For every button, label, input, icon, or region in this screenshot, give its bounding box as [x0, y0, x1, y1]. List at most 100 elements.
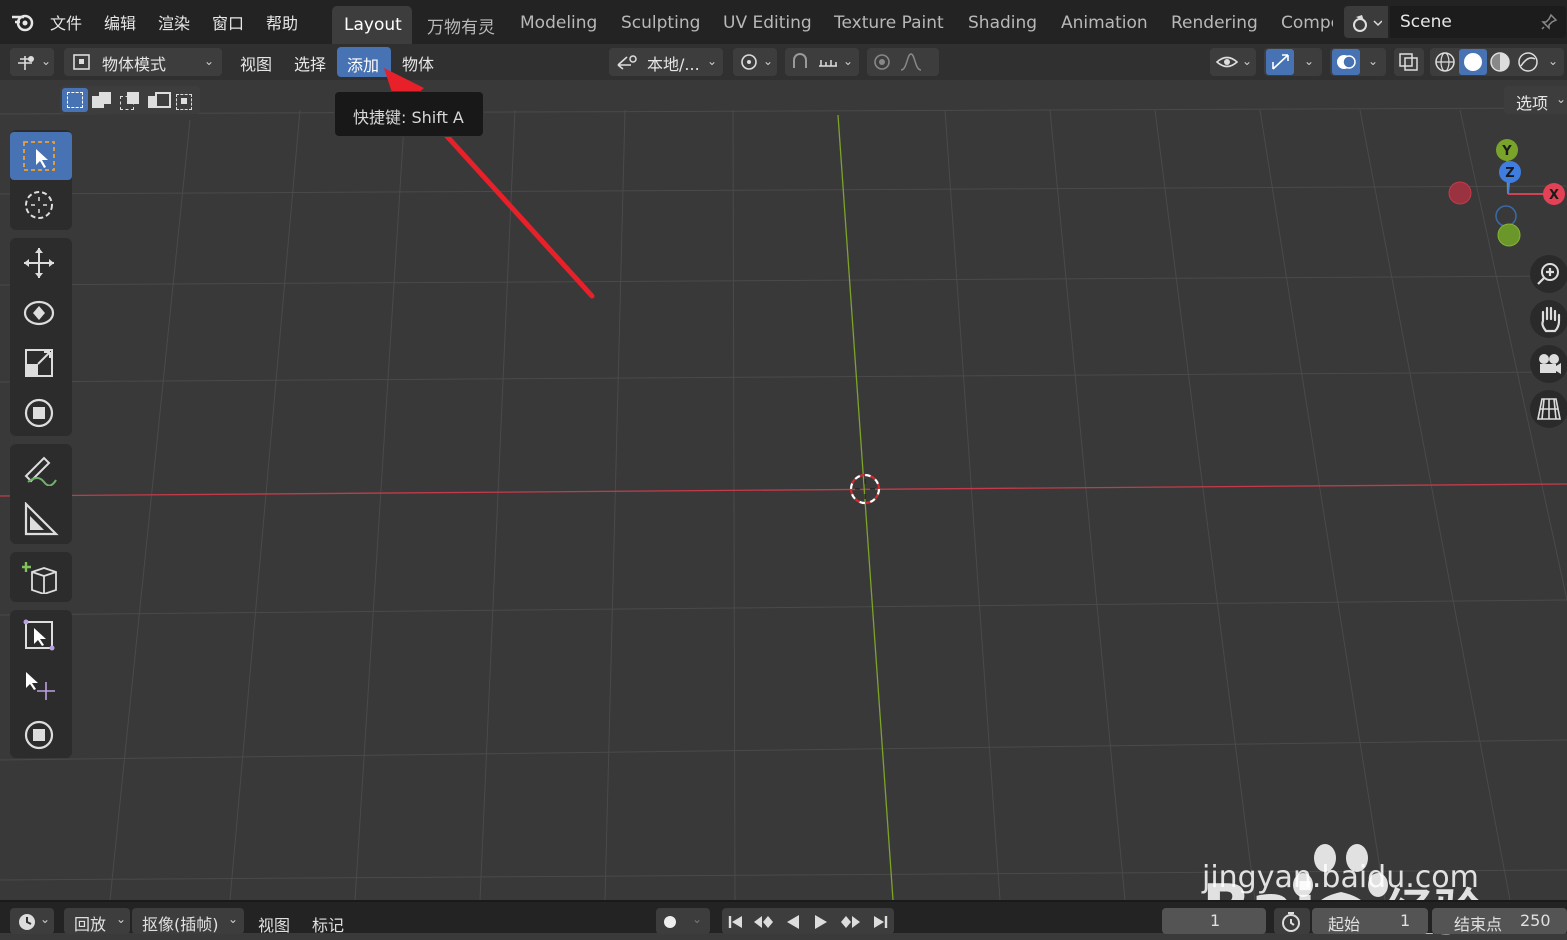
- frame-end-field[interactable]: 结束点 250: [1432, 908, 1567, 934]
- tab-modeling[interactable]: Modeling: [520, 13, 597, 33]
- tab-wanwuyouling[interactable]: 万物有灵: [427, 13, 495, 38]
- camera-icon: [1539, 354, 1561, 374]
- prev-keyframe-icon[interactable]: [752, 913, 776, 931]
- tool-rotate[interactable]: [10, 288, 72, 336]
- preview-range-toggle[interactable]: [1274, 908, 1310, 934]
- tool-select-box[interactable]: [10, 132, 72, 180]
- play-reverse-icon[interactable]: [784, 913, 802, 931]
- timeline-editor-type[interactable]: ⌄: [10, 908, 54, 934]
- tool-annotate[interactable]: [10, 444, 72, 492]
- tab-sculpting[interactable]: Sculpting: [621, 13, 700, 33]
- tool-scale-cage[interactable]: [10, 610, 72, 658]
- tool-move-origin[interactable]: [10, 660, 72, 708]
- scene-name-field[interactable]: Scene: [1390, 6, 1566, 38]
- select-extend-button[interactable]: [92, 92, 112, 108]
- transform-icon: [24, 398, 54, 428]
- rendered-shading-icon[interactable]: [1516, 51, 1540, 73]
- zoom-button[interactable]: [1530, 255, 1567, 293]
- add-cube-icon: [22, 562, 57, 594]
- keying-dropdown[interactable]: 抠像(插帧) ⌄: [132, 908, 244, 934]
- blender-logo-icon[interactable]: [10, 11, 36, 33]
- menu-select[interactable]: 选择: [294, 51, 326, 75]
- tool-cursor[interactable]: [10, 180, 72, 228]
- wireframe-shading-icon[interactable]: [1433, 51, 1457, 73]
- tab-layout[interactable]: Layout: [332, 6, 412, 44]
- hand-icon: [1541, 306, 1561, 333]
- auto-keying-group[interactable]: ⌄: [656, 908, 710, 934]
- shading-modes[interactable]: ⌄: [1430, 48, 1564, 76]
- options-dropdown[interactable]: 选项 ⌄: [1504, 86, 1567, 114]
- tab-shading[interactable]: Shading: [968, 13, 1037, 33]
- tool-move[interactable]: [10, 238, 72, 286]
- chevron-down-icon: ⌄: [41, 54, 52, 68]
- navigation-gizmo[interactable]: Y Z X: [1440, 134, 1567, 254]
- transform-orientation-dropdown[interactable]: 本地/... ⌄: [609, 48, 723, 76]
- next-keyframe-icon[interactable]: [838, 913, 862, 931]
- grid-perspective-icon: [1537, 398, 1561, 420]
- current-frame-field[interactable]: 1: [1162, 908, 1266, 934]
- jump-end-icon[interactable]: [870, 913, 890, 931]
- menu-render[interactable]: 渲染: [158, 10, 190, 34]
- solid-shading-icon[interactable]: [1461, 51, 1485, 73]
- camera-view-button[interactable]: [1530, 345, 1567, 383]
- material-shading-icon[interactable]: [1488, 51, 1512, 73]
- scene-icon[interactable]: [1344, 6, 1388, 38]
- record-icon[interactable]: [662, 914, 678, 930]
- tool-add-cube[interactable]: [10, 552, 72, 600]
- keying-label: 抠像(插帧): [142, 915, 219, 934]
- playback-dropdown[interactable]: 回放 ⌄: [64, 908, 130, 934]
- gizmo-toggle[interactable]: ⌄: [1264, 48, 1322, 76]
- select-invert-button[interactable]: [148, 92, 171, 108]
- menu-file[interactable]: 文件: [50, 10, 82, 34]
- overlays-toggle[interactable]: ⌄: [1330, 48, 1386, 76]
- snap-magnet-icon[interactable]: [789, 52, 811, 72]
- play-icon[interactable]: [812, 913, 830, 931]
- chevron-down-icon: ⌄: [1304, 54, 1315, 68]
- tab-rendering[interactable]: Rendering: [1171, 13, 1258, 33]
- tab-uv-editing[interactable]: UV Editing: [723, 13, 812, 33]
- visibility-dropdown[interactable]: ⌄: [1210, 48, 1256, 76]
- x-axis-line: [0, 483, 1567, 497]
- pin-icon[interactable]: [1540, 13, 1558, 31]
- options-label: 选项: [1516, 94, 1549, 113]
- transform-gizmo-icon: [18, 56, 34, 70]
- select-box-icon: [23, 141, 55, 171]
- snap-increment-icon[interactable]: [817, 54, 839, 70]
- tool-transform-2[interactable]: [10, 710, 72, 758]
- chevron-down-icon: ⌄: [692, 912, 703, 926]
- mode-dropdown[interactable]: 物体模式 ⌄: [64, 48, 222, 76]
- select-subtract-button[interactable]: [120, 92, 140, 110]
- menu-help[interactable]: 帮助: [266, 10, 298, 34]
- select-intersect-button[interactable]: [176, 92, 196, 110]
- menu-window[interactable]: 窗口: [212, 10, 244, 34]
- pan-button[interactable]: [1530, 300, 1567, 338]
- proportional-edit-group[interactable]: [867, 48, 939, 76]
- tab-texture-paint[interactable]: Texture Paint: [834, 13, 944, 33]
- falloff-curve-icon[interactable]: [899, 52, 923, 72]
- editor-type-button[interactable]: ⌄: [10, 48, 54, 76]
- clock-icon: [19, 914, 35, 930]
- annotate-pencil-icon: [24, 456, 57, 486]
- timeline-menu-marker[interactable]: 标记: [312, 912, 344, 936]
- tab-animation[interactable]: Animation: [1061, 13, 1148, 33]
- scene-selector[interactable]: Scene: [1344, 6, 1566, 38]
- tool-transform[interactable]: [10, 388, 72, 436]
- tool-measure[interactable]: [10, 494, 72, 542]
- snap-group[interactable]: ⌄: [785, 48, 859, 76]
- orientation-icon: [617, 55, 637, 70]
- jump-start-icon[interactable]: [726, 913, 746, 931]
- frame-start-field[interactable]: 起始 1: [1312, 908, 1428, 934]
- tool-scale[interactable]: [10, 338, 72, 386]
- timeline-bar: ⌄ 回放 ⌄ 抠像(插帧) ⌄ 视图 标记 ⌄ 1 起始 1 结束点 250: [0, 900, 1567, 936]
- xray-toggle[interactable]: [1394, 48, 1424, 76]
- proportional-edit-icon[interactable]: [871, 52, 893, 72]
- tab-compositing[interactable]: Compc: [1281, 13, 1333, 33]
- menu-edit[interactable]: 编辑: [104, 10, 136, 34]
- pivot-point-dropdown[interactable]: ⌄: [733, 48, 777, 76]
- menu-view[interactable]: 视图: [240, 51, 272, 75]
- 3d-viewport[interactable]: 选项 ⌄ Y Z X: [0, 68, 1567, 940]
- select-new-button[interactable]: [62, 88, 88, 112]
- timeline-menu-view[interactable]: 视图: [258, 912, 290, 936]
- perspective-toggle-button[interactable]: [1530, 390, 1567, 428]
- viewport-grid: [0, 107, 1567, 900]
